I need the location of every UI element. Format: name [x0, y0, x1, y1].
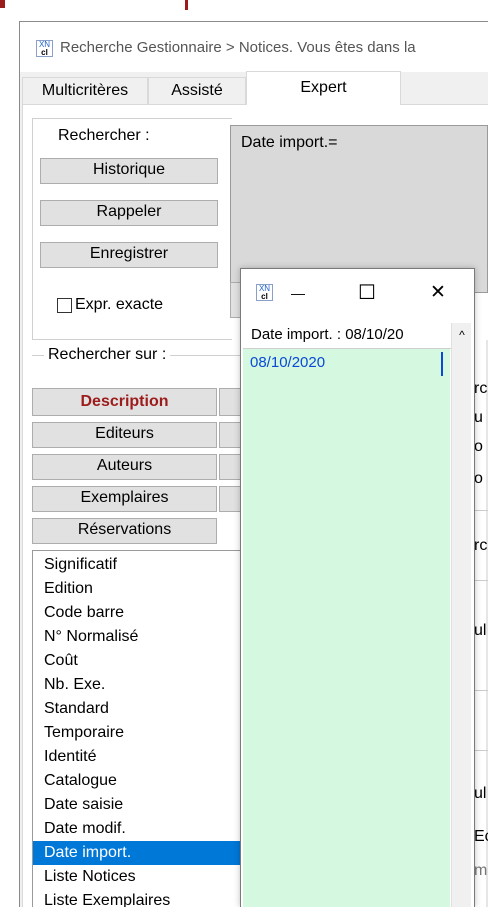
expr-exacte-checkbox[interactable]: [57, 298, 72, 313]
list-item[interactable]: Identité: [33, 745, 243, 769]
right-fragment: o: [474, 438, 483, 455]
right-fragment: Ec: [474, 828, 488, 845]
list-item[interactable]: Standard: [33, 697, 243, 721]
list-item[interactable]: Edition: [33, 577, 243, 601]
popup-list-header: Date import. : 08/10/20: [243, 323, 451, 349]
right-fragment: ul: [474, 785, 487, 802]
minimize-button[interactable]: —: [283, 281, 313, 305]
maximize-button[interactable]: ☐: [350, 280, 384, 306]
right-fragment: m: [474, 862, 488, 879]
popup-list-cursor: [441, 352, 443, 376]
list-item[interactable]: Liste Exemplaires: [33, 889, 243, 907]
app-logo-icon: XN cl: [36, 40, 53, 57]
list-item[interactable]: Catalogue: [33, 769, 243, 793]
list-item[interactable]: Significatif: [33, 553, 243, 577]
close-button[interactable]: ✕: [418, 280, 458, 306]
background-window-border: [0, 0, 5, 8]
rappeler-button[interactable]: Rappeler: [40, 200, 218, 226]
enregistrer-button[interactable]: Enregistrer: [40, 242, 218, 268]
tab-assiste[interactable]: Assisté: [148, 77, 246, 105]
popup-list-item[interactable]: 08/10/2020: [250, 354, 325, 371]
list-item-selected[interactable]: Date import.: [33, 841, 243, 865]
list-item[interactable]: Nb. Exe.: [33, 673, 243, 697]
list-item[interactable]: N° Normalisé: [33, 625, 243, 649]
description-button[interactable]: Description: [32, 388, 217, 416]
right-separator: [474, 690, 488, 691]
reservations-button[interactable]: Réservations: [32, 518, 217, 544]
right-fragment: ul: [474, 622, 487, 639]
search-on-groupbox: [32, 355, 242, 545]
popup-list[interactable]: 08/10/2020: [243, 349, 450, 907]
scroll-up-icon[interactable]: ^: [455, 328, 469, 342]
auteurs-button[interactable]: Auteurs: [32, 454, 217, 480]
field-list[interactable]: Significatif Edition Code barre N° Norma…: [32, 550, 244, 907]
right-fragment: rc: [474, 537, 488, 554]
list-item[interactable]: Date modif.: [33, 817, 243, 841]
exemplaires-button[interactable]: Exemplaires: [32, 486, 217, 512]
list-item[interactable]: Code barre: [33, 601, 243, 625]
right-fragment: rc: [474, 380, 488, 397]
list-item[interactable]: Coût: [33, 649, 243, 673]
popup-logo-icon: XN cl: [256, 284, 273, 301]
list-item[interactable]: Liste Notices: [33, 865, 243, 889]
right-separator: [474, 510, 488, 511]
background-window-border: [185, 0, 188, 10]
list-item[interactable]: Temporaire: [33, 721, 243, 745]
tab-multicriteres[interactable]: Multicritères: [22, 77, 148, 105]
popup-scrollbar[interactable]: ^: [451, 323, 471, 907]
tab-expert[interactable]: Expert: [246, 71, 401, 106]
expr-exacte-label: Expr. exacte: [75, 296, 164, 313]
window-title: Recherche Gestionnaire > Notices. Vous ê…: [60, 39, 416, 56]
right-fragment: o: [474, 470, 483, 487]
query-text: Date import.=: [241, 134, 338, 151]
right-separator: [474, 580, 488, 581]
search-on-label: Rechercher sur :: [44, 346, 171, 364]
right-separator: [474, 750, 488, 751]
search-label: Rechercher :: [56, 127, 152, 145]
historique-button[interactable]: Historique: [40, 158, 218, 184]
editeurs-button[interactable]: Editeurs: [32, 422, 217, 448]
list-item[interactable]: Date saisie: [33, 793, 243, 817]
right-fragment: u: [474, 409, 483, 426]
